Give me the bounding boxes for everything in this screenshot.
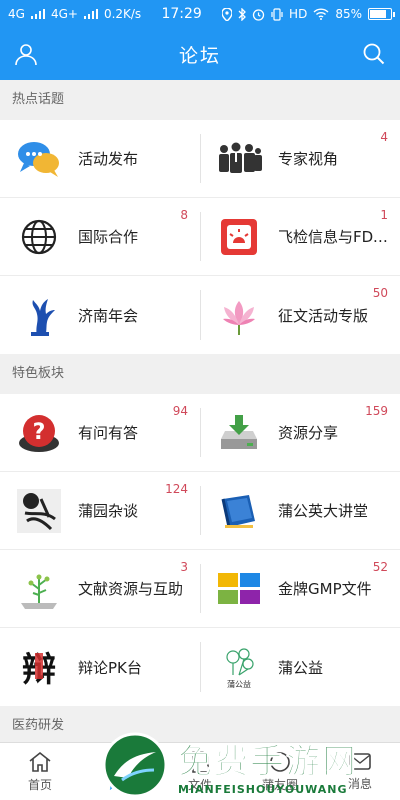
status-bar: 4G 4G+ 0.2K/s 17:29 HD 85% [0, 0, 400, 28]
forum-row: 蒲园杂谈 124 蒲公英大讲堂 [0, 472, 400, 550]
board-name: 济南年会 [78, 306, 139, 325]
plant-book-icon [16, 566, 62, 612]
board-name: 国际合作 [78, 228, 139, 246]
forum-board-item[interactable]: 文献资源与互助 3 [0, 550, 200, 627]
experts-icon [216, 136, 262, 182]
watermark-logo-icon [102, 732, 168, 798]
alarm-icon [216, 214, 262, 260]
svg-text:蒲公益: 蒲公益 [227, 679, 251, 689]
new-post-count: 50 [372, 286, 388, 300]
signal-icon [30, 9, 45, 19]
page-title: 论坛 [178, 44, 221, 67]
bluetooth-icon [238, 7, 246, 21]
board-name: 飞检信息与FDA… [278, 228, 388, 246]
debate-icon: 辩 [16, 644, 62, 690]
search-icon[interactable] [360, 40, 388, 68]
board-name: 资源分享 [278, 424, 339, 442]
forum-board-item[interactable]: 金牌GMP文件 52 [200, 550, 400, 627]
new-post-count: 52 [372, 560, 388, 574]
board-name: 征文活动专版 [278, 306, 369, 325]
board-name: 蒲公英大讲堂 [278, 502, 369, 520]
chat-bubbles-icon [16, 136, 62, 182]
section-header: 特色板块 [0, 354, 400, 394]
forum-board-item[interactable]: 飞检信息与FDA… 1 [200, 198, 400, 275]
app-header: 论坛 [0, 28, 400, 80]
forum-board-item[interactable]: 活动发布 [0, 120, 200, 197]
board-name: 专家视角 [278, 150, 339, 168]
status-time: 17:29 [161, 6, 202, 22]
forum-board-item[interactable]: 征文活动专版 50 [200, 276, 400, 354]
forum-board-item[interactable]: 蒲园杂谈 124 [0, 472, 200, 549]
vibrate-icon [271, 7, 283, 21]
new-post-count: 159 [365, 404, 388, 418]
forum-row: 国际合作 8 飞检信息与FDA… 1 [0, 198, 400, 276]
board-name: 金牌GMP文件 [278, 580, 372, 598]
book-icon [216, 488, 262, 534]
network-speed: 0.2K/s [103, 7, 142, 21]
new-post-count: 124 [165, 482, 188, 496]
new-post-count: 3 [180, 560, 188, 574]
board-name: 活动发布 [78, 150, 139, 168]
watermark: 免费手游网 MIANFEISHOUYOUWANG [100, 732, 400, 798]
board-name: 辩论PK台 [78, 658, 142, 677]
board-name: 文献资源与互助 [78, 580, 184, 598]
new-post-count: 8 [180, 208, 188, 222]
new-post-count: 1 [380, 208, 388, 222]
forum-board-item[interactable]: 资源分享 159 [200, 394, 400, 471]
new-post-count: 4 [380, 130, 388, 144]
forum-board-item[interactable]: 蒲公益 蒲公益 [200, 628, 400, 706]
forum-row: 济南年会 征文活动专版 50 [0, 276, 400, 354]
section-header: 热点话题 [0, 80, 400, 120]
forum-row: 辩辩论PK台蒲公益蒲公益 [0, 628, 400, 706]
sculpture-icon [16, 292, 62, 338]
network-indicator-2: 4G+ [50, 7, 78, 21]
tab-label: 首页 [27, 777, 52, 792]
battery-percent: 85% [335, 7, 362, 21]
location-icon [222, 7, 233, 21]
watermark-text: 免费手游网 [178, 742, 358, 783]
forum-board-item[interactable]: 济南年会 [0, 276, 200, 354]
battery-icon [367, 8, 395, 20]
forum-board-item[interactable]: 蒲公英大讲堂 [200, 472, 400, 549]
hd-indicator: HD [289, 7, 308, 21]
forum-board-item[interactable]: 专家视角 4 [200, 120, 400, 197]
svg-text:?: ? [33, 420, 46, 445]
signal-icon [83, 9, 98, 19]
lotus-icon [216, 292, 262, 338]
alarm-clock-icon [252, 8, 265, 21]
network-indicator-1: 4G [8, 7, 25, 21]
download-drive-icon [216, 410, 262, 456]
folders-icon [216, 566, 262, 612]
question-icon: ? [16, 410, 62, 456]
forum-grid: 活动发布 专家视角 4 国际合作 8 飞检信息与FDA… 1 济南年会 征文活动专版 50 [0, 120, 400, 354]
forum-content: 热点话题活动发布 专家视角 4 国际合作 8 飞检信息与FDA… 1 济南年会 征文活动专版 50… [0, 80, 400, 746]
home-icon [29, 751, 51, 772]
forum-row: ? 有问有答 94 资源分享 159 [0, 394, 400, 472]
forum-board-item[interactable]: 辩辩论PK台 [0, 628, 200, 706]
wifi-icon [313, 8, 329, 20]
globe-icon [16, 214, 62, 260]
user-profile-icon[interactable] [12, 40, 40, 68]
tab-home[interactable]: 首页 [0, 743, 80, 800]
forum-row: 文献资源与互助 3 金牌GMP文件 52 [0, 550, 400, 628]
watermark-subtext: MIANFEISHOUYOUWANG [178, 783, 348, 796]
board-name: 蒲园杂谈 [78, 502, 139, 520]
dandelion-icon: 蒲公益 [216, 644, 262, 690]
forum-grid: ? 有问有答 94 资源分享 159 蒲园杂谈 124 蒲公英大讲堂文献资源与互助 3 金牌GMP… [0, 394, 400, 706]
new-post-count: 94 [172, 404, 188, 418]
board-name: 蒲公益 [278, 658, 324, 677]
forum-board-item[interactable]: 国际合作 8 [0, 198, 200, 275]
calligraphy-icon [16, 488, 62, 534]
forum-row: 活动发布 专家视角 4 [0, 120, 400, 198]
forum-board-item[interactable]: ? 有问有答 94 [0, 394, 200, 471]
board-name: 有问有答 [78, 424, 139, 442]
